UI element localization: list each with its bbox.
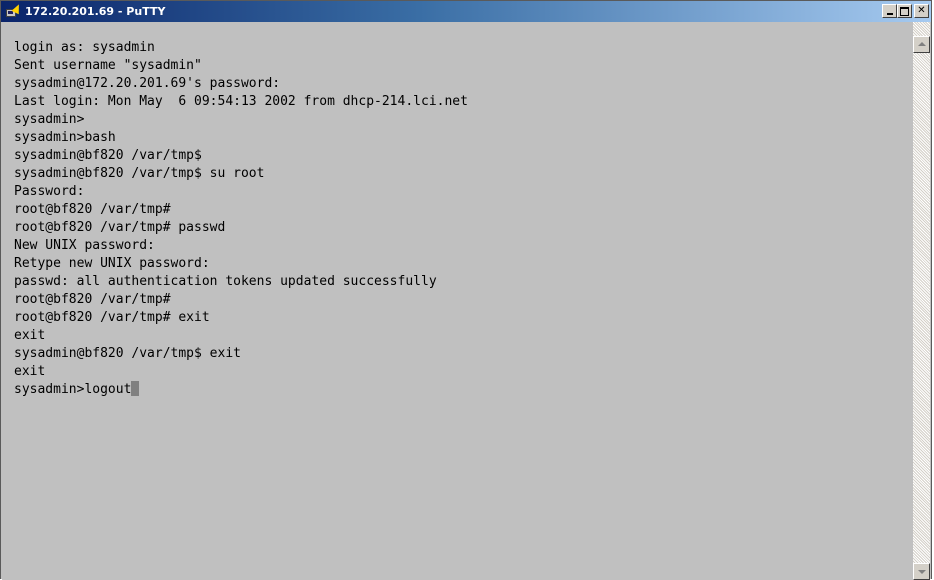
terminal-line: root@bf820 /var/tmp# <box>14 292 171 307</box>
terminal-line: Password: <box>14 184 85 199</box>
terminal-line: exit <box>14 364 46 379</box>
minimize-button[interactable] <box>882 4 897 18</box>
terminal-line: sysadmin@bf820 /var/tmp$ exit <box>14 346 241 361</box>
terminal-line: root@bf820 /var/tmp# passwd <box>14 220 226 235</box>
arrow-down-icon <box>918 570 926 574</box>
terminal-line: sysadmin@bf820 /var/tmp$ su root <box>14 166 265 181</box>
terminal-output[interactable]: login as: sysadmin Sent username "sysadm… <box>2 22 914 580</box>
minimize-icon <box>886 13 893 15</box>
terminal-line: passwd: all authentication tokens update… <box>14 274 437 289</box>
scroll-up-button[interactable] <box>913 36 930 53</box>
window-controls: ✕ <box>882 4 929 18</box>
terminal-prompt-line: sysadmin>logout <box>14 381 914 399</box>
terminal-line: sysadmin@bf820 /var/tmp$ <box>14 148 202 163</box>
title-bar[interactable]: 172.20.201.69 - PuTTY ✕ <box>1 1 931 22</box>
terminal-line: root@bf820 /var/tmp# exit <box>14 310 210 325</box>
arrow-up-icon <box>918 42 926 46</box>
terminal-line-text: sysadmin>logout <box>14 382 132 397</box>
terminal-line: root@bf820 /var/tmp# <box>14 202 171 217</box>
maximize-icon <box>900 7 909 16</box>
terminal-line: exit <box>14 328 46 343</box>
terminal-line: sysadmin>bash <box>14 130 116 145</box>
terminal-line: Sent username "sysadmin" <box>14 58 202 73</box>
maximize-button[interactable] <box>897 4 912 18</box>
close-icon: ✕ <box>917 5 926 16</box>
text-cursor <box>131 381 140 396</box>
putty-icon[interactable] <box>5 2 23 20</box>
terminal-line: New UNIX password: <box>14 238 155 253</box>
close-button[interactable]: ✕ <box>914 4 929 18</box>
terminal-line: Retype new UNIX password: <box>14 256 210 271</box>
terminal-line: login as: sysadmin <box>14 40 155 55</box>
scroll-down-button[interactable] <box>913 563 930 580</box>
terminal-line: sysadmin@172.20.201.69's password: <box>14 76 281 91</box>
vertical-scrollbar[interactable] <box>913 22 930 580</box>
window-title: 172.20.201.69 - PuTTY <box>25 5 166 18</box>
putty-window: 172.20.201.69 - PuTTY ✕ login as: sysadm… <box>0 0 932 580</box>
terminal-line: Last login: Mon May 6 09:54:13 2002 from… <box>14 94 468 109</box>
terminal-line: sysadmin> <box>14 112 85 127</box>
